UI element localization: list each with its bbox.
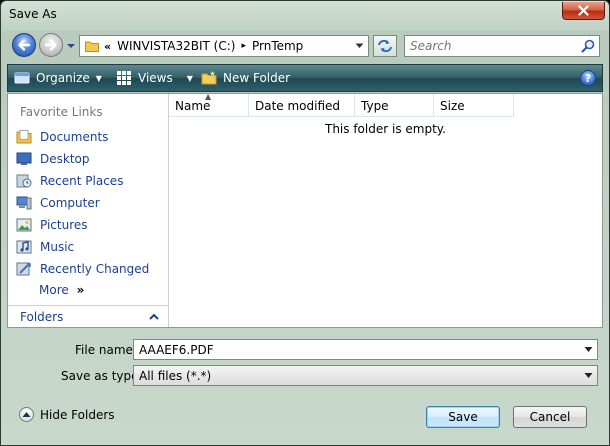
sidebar-item-label: Music bbox=[40, 240, 75, 254]
save-as-type-select[interactable]: All files (*.*) bbox=[133, 365, 598, 386]
filename-label: File name: bbox=[75, 343, 137, 357]
organize-icon bbox=[14, 72, 30, 84]
navigation-bar: « WINVISTA32BIT (C:) ▸ PrnTemp bbox=[1, 31, 609, 61]
empty-folder-message: This folder is empty. bbox=[325, 122, 446, 136]
column-header-label: Type bbox=[361, 99, 389, 113]
filename-input[interactable] bbox=[134, 340, 574, 359]
hide-folders-label: Hide Folders bbox=[40, 407, 115, 422]
sidebar-item-label: Recently Changed bbox=[40, 262, 150, 276]
favorite-links-header: Favorite Links bbox=[20, 105, 103, 119]
more-link[interactable]: More » bbox=[39, 283, 84, 297]
more-label: More bbox=[39, 283, 69, 297]
more-chevron-icon: » bbox=[76, 283, 85, 297]
folder-icon bbox=[85, 41, 99, 52]
title-bar[interactable]: Save As bbox=[1, 1, 609, 31]
hide-folders-button[interactable]: Hide Folders bbox=[19, 407, 115, 422]
breadcrumb-drive[interactable]: WINVISTA32BIT (C:) bbox=[117, 39, 235, 53]
recent-places-icon bbox=[16, 174, 32, 188]
new-folder-button[interactable]: New Folder bbox=[201, 65, 290, 91]
views-caret-icon: ▼ bbox=[186, 73, 193, 83]
address-dropdown-icon[interactable] bbox=[355, 42, 364, 50]
file-list[interactable]: Name ▲ Date modified Type Size This fold… bbox=[169, 92, 602, 327]
desktop-icon bbox=[16, 152, 32, 165]
chevron-up-icon[interactable] bbox=[148, 312, 160, 322]
close-icon bbox=[578, 5, 589, 16]
sidebar-item-label: Pictures bbox=[40, 218, 88, 232]
breadcrumb-separator[interactable]: ▸ bbox=[241, 41, 246, 51]
search-box[interactable] bbox=[404, 35, 600, 57]
navigation-pane: Favorite Links Documents Desktop Recent … bbox=[8, 94, 169, 327]
chevron-down-icon[interactable] bbox=[584, 372, 593, 379]
sidebar-item-documents[interactable]: Documents bbox=[16, 127, 108, 147]
folders-label: Folders bbox=[20, 310, 64, 324]
column-header-label: Size bbox=[440, 99, 465, 113]
breadcrumb-folder[interactable]: PrnTemp bbox=[252, 39, 303, 53]
save-button[interactable]: Save bbox=[426, 406, 500, 428]
refresh-button[interactable] bbox=[373, 35, 397, 57]
pictures-icon bbox=[16, 218, 32, 232]
sidebar-item-label: Recent Places bbox=[40, 174, 124, 188]
folders-toggle-bar[interactable]: Folders bbox=[8, 305, 168, 327]
computer-icon bbox=[16, 196, 32, 210]
organize-label: Organize bbox=[36, 71, 90, 85]
forward-arrow-icon bbox=[44, 39, 57, 51]
music-icon bbox=[16, 240, 32, 254]
back-arrow-icon bbox=[18, 39, 31, 51]
sidebar-item-label: Desktop bbox=[40, 152, 90, 166]
column-header-type[interactable]: Type bbox=[355, 94, 434, 117]
sidebar-item-music[interactable]: Music bbox=[16, 237, 74, 257]
save-as-type-value: All files (*.*) bbox=[139, 369, 212, 383]
views-icon bbox=[117, 71, 131, 85]
refresh-icon bbox=[378, 39, 392, 53]
sidebar-item-desktop[interactable]: Desktop bbox=[16, 149, 90, 169]
new-folder-icon bbox=[201, 71, 217, 85]
back-button[interactable] bbox=[12, 33, 36, 57]
sidebar-item-recent-places[interactable]: Recent Places bbox=[16, 171, 123, 191]
save-as-type-label: Save as type: bbox=[61, 369, 143, 383]
sort-ascending-icon: ▲ bbox=[205, 92, 212, 101]
close-button[interactable] bbox=[562, 2, 605, 20]
organize-caret-icon: ▼ bbox=[95, 73, 102, 83]
column-header-size[interactable]: Size bbox=[434, 94, 514, 117]
sidebar-item-computer[interactable]: Computer bbox=[16, 193, 100, 213]
views-button[interactable]: Views ▼ bbox=[116, 65, 193, 91]
recently-changed-icon bbox=[16, 262, 31, 276]
content-area: Favorite Links Documents Desktop Recent … bbox=[7, 92, 603, 328]
recent-pages-dropdown-icon[interactable] bbox=[66, 41, 76, 51]
collapse-up-icon bbox=[19, 407, 34, 422]
sidebar-item-pictures[interactable]: Pictures bbox=[16, 215, 88, 235]
column-header-date-modified[interactable]: Date modified bbox=[249, 94, 355, 117]
column-header-name[interactable]: Name ▲ bbox=[169, 92, 249, 117]
sidebar-item-label: Computer bbox=[40, 196, 100, 210]
views-label: Views bbox=[138, 71, 173, 85]
sidebar-item-recently-changed[interactable]: Recently Changed bbox=[16, 259, 149, 279]
organize-button[interactable]: Organize ▼ bbox=[14, 65, 102, 91]
sidebar-item-label: Documents bbox=[40, 130, 109, 144]
save-as-dialog: Save As « WINVISTA32BIT (C:) ▸ PrnTemp S… bbox=[0, 0, 610, 446]
forward-button[interactable] bbox=[39, 33, 63, 57]
help-icon[interactable]: ? bbox=[580, 70, 596, 86]
new-folder-label: New Folder bbox=[223, 71, 291, 85]
search-input[interactable] bbox=[405, 36, 575, 56]
breadcrumb-overflow[interactable]: « bbox=[104, 40, 111, 53]
column-header-label: Date modified bbox=[255, 99, 341, 113]
filename-combobox[interactable] bbox=[133, 339, 598, 360]
command-toolbar: Organize ▼ Views ▼ New Folder ? bbox=[7, 64, 603, 92]
documents-icon bbox=[16, 130, 32, 144]
window-title: Save As bbox=[9, 7, 57, 21]
chevron-down-icon[interactable] bbox=[584, 346, 593, 353]
column-header-label: Name bbox=[175, 99, 211, 113]
address-bar[interactable]: « WINVISTA32BIT (C:) ▸ PrnTemp bbox=[79, 35, 369, 57]
search-icon[interactable] bbox=[581, 39, 595, 53]
cancel-button[interactable]: Cancel bbox=[513, 406, 587, 428]
